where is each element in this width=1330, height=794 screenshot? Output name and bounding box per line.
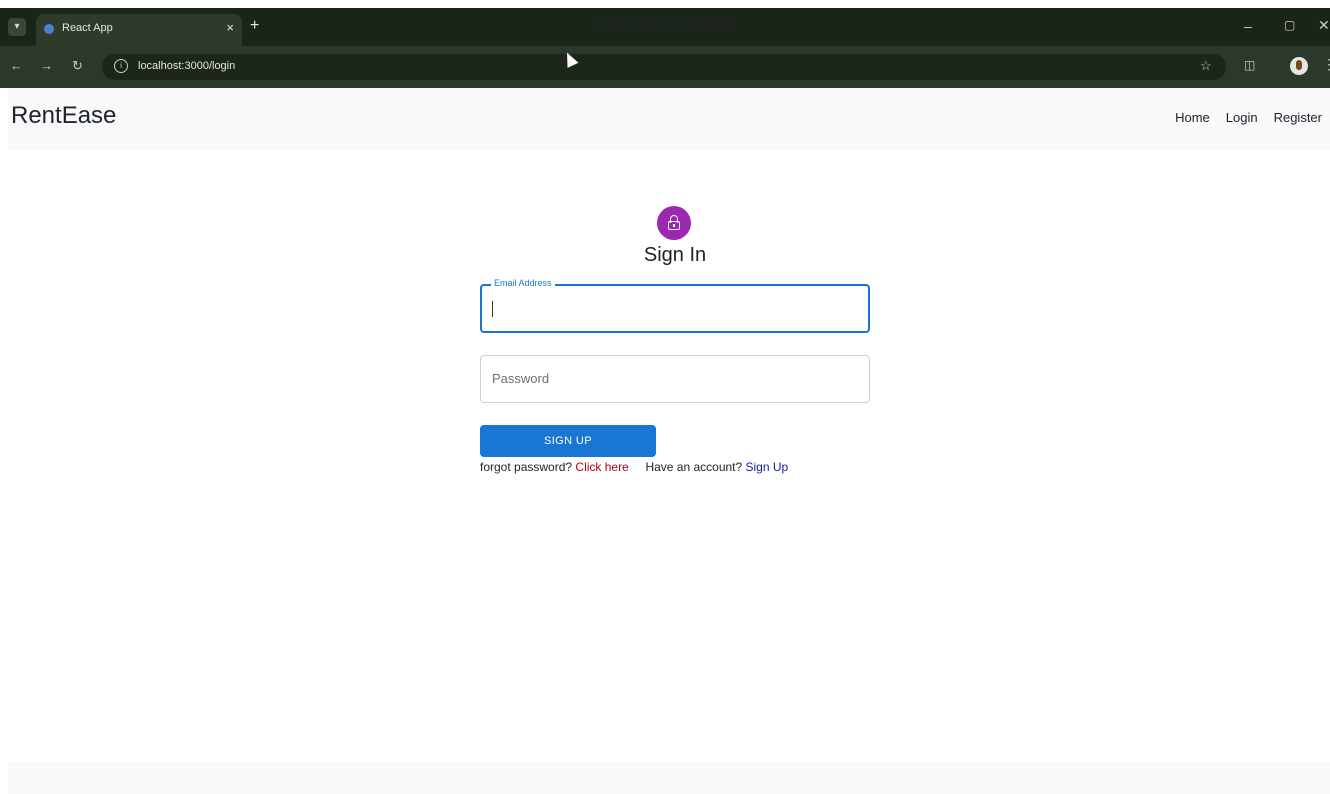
forgot-password-link[interactable]: Click here <box>575 460 628 474</box>
extensions-icon[interactable]: ◫ <box>1244 58 1255 72</box>
brand-logo[interactable]: RentEase <box>11 102 116 130</box>
page-title: Sign In <box>643 244 707 266</box>
menu-icon[interactable]: ⋮ <box>1322 56 1330 73</box>
back-icon[interactable]: ← <box>10 58 23 73</box>
text-caret <box>492 301 493 317</box>
browser-toolbar: ← → ↻ i localhost:3000/login ☆ ◫ ⋮ <box>0 46 1330 88</box>
bookmark-star-icon[interactable]: ☆ <box>1200 58 1212 74</box>
email-label: Email Address <box>491 278 555 288</box>
sign-up-button[interactable]: SIGN UP <box>480 425 656 457</box>
password-field[interactable]: Password <box>480 355 870 403</box>
have-account-text: Have an account? <box>645 460 743 474</box>
forward-icon[interactable]: → <box>40 58 53 73</box>
sign-up-link[interactable]: Sign Up <box>746 460 789 474</box>
forgot-password-text: forgot password? <box>480 460 573 474</box>
nav-links: Home Login Register <box>1175 110 1322 125</box>
nav-login-link[interactable]: Login <box>1226 110 1258 125</box>
profile-icon[interactable] <box>1290 57 1308 75</box>
form-links: forgot password? Click here Have an acco… <box>480 460 788 474</box>
footer <box>8 762 1330 794</box>
address-bar[interactable]: i localhost:3000/login <box>102 54 1226 80</box>
password-placeholder: Password <box>492 371 550 386</box>
site-info-icon[interactable]: i <box>114 59 128 73</box>
nav-home-link[interactable]: Home <box>1175 110 1210 125</box>
url-text[interactable]: localhost:3000/login <box>138 60 235 72</box>
email-field[interactable]: Email Address <box>480 278 870 333</box>
navbar: RentEase Home Login Register <box>8 88 1330 150</box>
footer-copyright: © 2025 Copyright: RentEase <box>594 18 736 30</box>
lock-icon <box>657 206 691 240</box>
nav-register-link[interactable]: Register <box>1274 110 1322 125</box>
reload-icon[interactable]: ↻ <box>72 58 83 74</box>
